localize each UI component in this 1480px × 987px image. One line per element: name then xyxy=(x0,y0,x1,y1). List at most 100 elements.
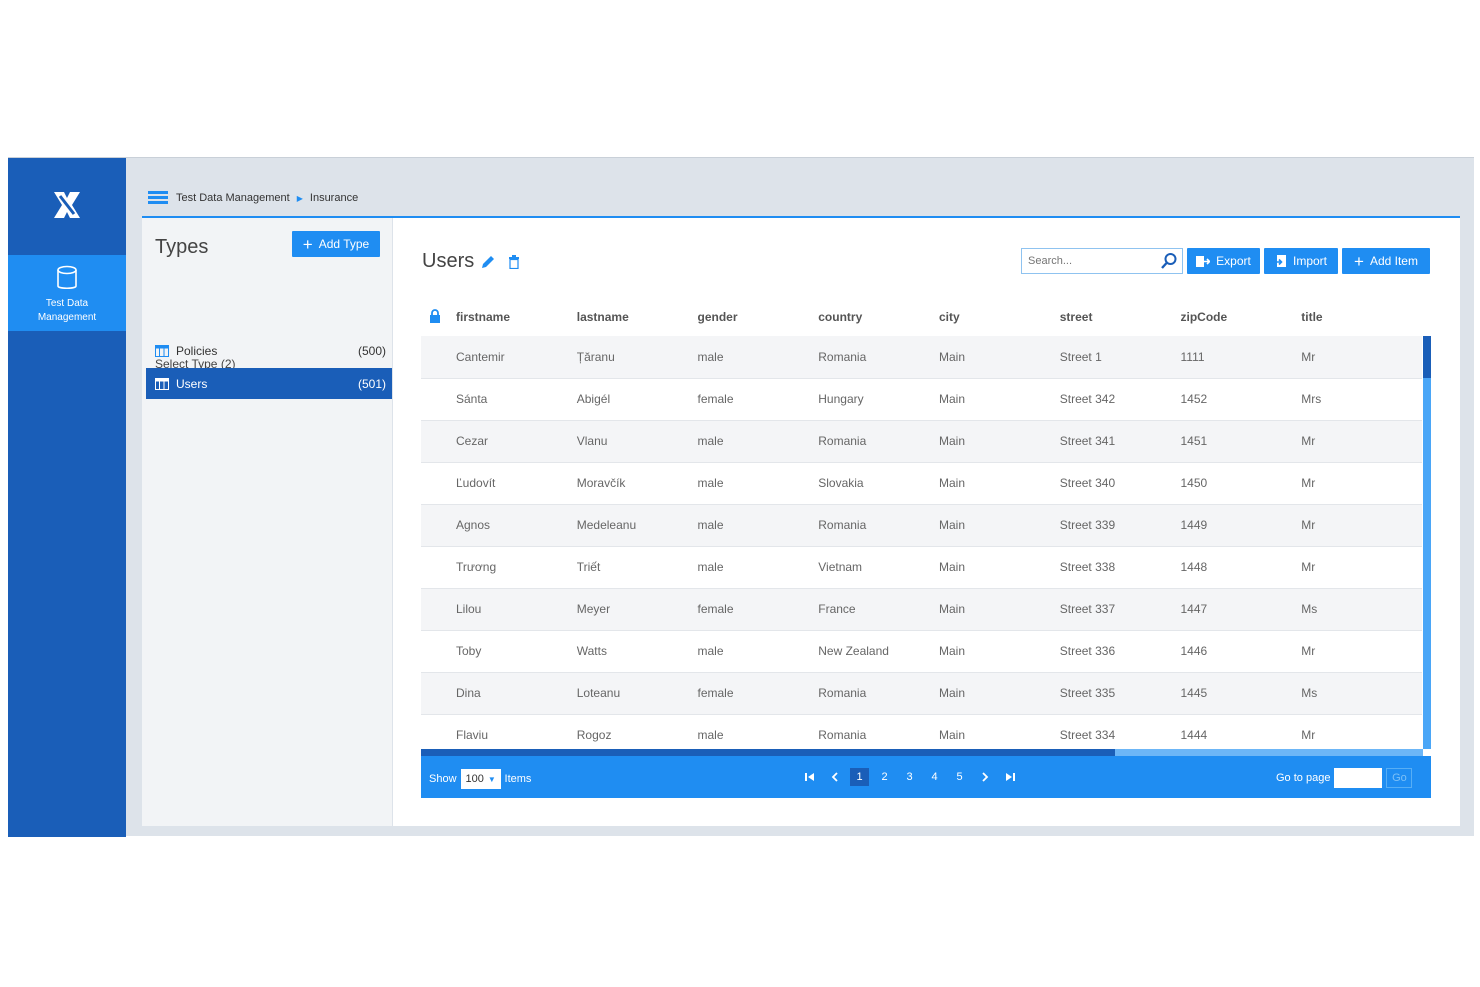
import-button[interactable]: Import xyxy=(1264,248,1338,274)
table-cell[interactable]: Moravčík xyxy=(576,462,698,505)
table-cell[interactable]: Street 336 xyxy=(1059,630,1181,673)
nav-item-test-data-management[interactable]: Test Data Management xyxy=(8,255,126,331)
table-cell[interactable]: Main xyxy=(939,462,1060,505)
search-input[interactable] xyxy=(1022,249,1152,273)
table-cell[interactable]: Sánta xyxy=(456,378,577,421)
table-cell[interactable]: Abigél xyxy=(576,378,698,421)
table-cell[interactable]: male xyxy=(697,546,819,589)
next-page-icon[interactable] xyxy=(972,767,997,787)
vertical-scroll-thumb[interactable] xyxy=(1423,336,1431,378)
table-cell[interactable]: Hungary xyxy=(818,378,939,421)
vertical-scrollbar[interactable] xyxy=(1423,336,1431,749)
page-button-5[interactable]: 5 xyxy=(947,767,972,787)
table-cell[interactable]: 1447 xyxy=(1180,588,1302,631)
table-cell[interactable]: Main xyxy=(939,546,1060,589)
table-cell[interactable]: 1451 xyxy=(1180,420,1302,463)
type-item-users[interactable]: Users (501) xyxy=(146,368,392,399)
table-cell[interactable]: male xyxy=(697,462,819,505)
table-cell[interactable]: Street 342 xyxy=(1059,378,1181,421)
table-cell[interactable]: Mr xyxy=(1301,546,1422,589)
table-cell[interactable]: Street 341 xyxy=(1059,420,1181,463)
column-header[interactable]: city xyxy=(939,298,1060,336)
table-cell[interactable]: Trương xyxy=(456,546,577,589)
table-cell[interactable]: Cantemir xyxy=(456,336,577,379)
add-item-button[interactable]: + Add Item xyxy=(1342,248,1430,274)
first-page-icon[interactable] xyxy=(797,767,822,787)
table-cell[interactable]: Medeleanu xyxy=(576,504,698,547)
trash-icon[interactable] xyxy=(508,254,520,269)
prev-page-icon[interactable] xyxy=(822,767,847,787)
table-cell[interactable]: Agnos xyxy=(456,504,577,547)
column-header[interactable]: street xyxy=(1060,298,1181,336)
table-cell[interactable]: Main xyxy=(939,504,1060,547)
table-cell[interactable]: male xyxy=(697,630,819,673)
edit-icon[interactable] xyxy=(480,254,496,270)
table-cell[interactable]: Mr xyxy=(1301,630,1422,673)
table-cell[interactable]: Mr xyxy=(1301,420,1422,463)
table-cell[interactable]: Țăranu xyxy=(576,336,698,379)
table-cell[interactable]: female xyxy=(697,378,819,421)
table-cell[interactable]: Lilou xyxy=(456,588,577,631)
last-page-icon[interactable] xyxy=(997,767,1022,787)
table-row[interactable]: Toby Watts male New Zealand Main Street 336 14… xyxy=(421,630,1422,673)
table-cell[interactable]: France xyxy=(818,588,939,631)
table-cell[interactable]: Street 340 xyxy=(1059,462,1181,505)
table-cell[interactable]: 1111 xyxy=(1180,336,1302,379)
table-cell[interactable]: Romania xyxy=(818,672,939,715)
column-header[interactable]: firstname xyxy=(456,298,577,336)
table-cell[interactable]: Street 339 xyxy=(1059,504,1181,547)
table-cell[interactable]: Main xyxy=(939,630,1060,673)
table-cell[interactable]: male xyxy=(697,504,819,547)
table-cell[interactable]: Main xyxy=(939,336,1060,379)
table-cell[interactable]: Dina xyxy=(456,672,577,715)
table-cell[interactable]: Main xyxy=(939,672,1060,715)
page-button-2[interactable]: 2 xyxy=(872,767,897,787)
table-cell[interactable]: Ms xyxy=(1301,672,1422,715)
column-header[interactable]: country xyxy=(818,298,939,336)
add-type-button[interactable]: + Add Type xyxy=(292,231,380,257)
table-cell[interactable]: male xyxy=(697,336,819,379)
table-cell[interactable]: Main xyxy=(939,420,1060,463)
table-cell[interactable]: Mr xyxy=(1301,462,1422,505)
table-cell[interactable]: Ms xyxy=(1301,588,1422,631)
page-size-select[interactable]: 100 ▼ xyxy=(460,769,501,789)
table-row[interactable]: Lilou Meyer female France Main Street 337 1447… xyxy=(421,588,1422,631)
table-cell[interactable]: Romania xyxy=(818,336,939,379)
table-cell[interactable]: female xyxy=(697,588,819,631)
table-row[interactable]: Cezar Vlanu male Romania Main Street 341 1451 M… xyxy=(421,420,1422,463)
table-cell[interactable]: Cezar xyxy=(456,420,577,463)
table-row[interactable]: Trương Triết male Vietnam Main Street 338 1448… xyxy=(421,546,1422,589)
export-button[interactable]: Export xyxy=(1187,248,1260,274)
column-header[interactable]: lastname xyxy=(577,298,698,336)
table-row[interactable]: Ľudovít Moravčík male Slovakia Main Street 34… xyxy=(421,462,1422,505)
table-cell[interactable]: Loteanu xyxy=(576,672,698,715)
table-cell[interactable]: Vietnam xyxy=(818,546,939,589)
table-cell[interactable]: Street 1 xyxy=(1059,336,1181,379)
goto-page-input[interactable] xyxy=(1334,768,1383,788)
table-cell[interactable]: Street 337 xyxy=(1059,588,1181,631)
table-cell[interactable]: New Zealand xyxy=(818,630,939,673)
table-cell[interactable]: 1448 xyxy=(1180,546,1302,589)
breadcrumb-item[interactable]: Test Data Management xyxy=(176,192,290,204)
go-button[interactable]: Go xyxy=(1386,768,1413,788)
table-cell[interactable]: Main xyxy=(939,588,1060,631)
table-row[interactable]: Cantemir Țăranu male Romania Main Street 1 111… xyxy=(421,336,1422,379)
table-cell[interactable]: Main xyxy=(939,378,1060,421)
table-cell[interactable]: female xyxy=(697,672,819,715)
column-header[interactable]: zipCode xyxy=(1181,298,1302,336)
table-cell[interactable]: Vlanu xyxy=(576,420,698,463)
search-icon[interactable] xyxy=(1160,252,1178,270)
page-button-4[interactable]: 4 xyxy=(922,767,947,787)
table-cell[interactable]: Mr xyxy=(1301,336,1422,379)
page-button-1[interactable]: 1 xyxy=(847,767,872,787)
table-cell[interactable]: Slovakia xyxy=(818,462,939,505)
table-cell[interactable]: Triết xyxy=(576,546,698,589)
table-row[interactable]: Dina Loteanu female Romania Main Street 335 14… xyxy=(421,672,1422,715)
table-row[interactable]: Sánta Abigél female Hungary Main Street 342 14… xyxy=(421,378,1422,421)
table-cell[interactable]: Romania xyxy=(818,420,939,463)
table-cell[interactable]: 1446 xyxy=(1180,630,1302,673)
horizontal-scroll-thumb[interactable] xyxy=(421,749,1115,756)
table-cell[interactable]: Toby xyxy=(456,630,577,673)
page-button-3[interactable]: 3 xyxy=(897,767,922,787)
table-cell[interactable]: Street 335 xyxy=(1059,672,1181,715)
